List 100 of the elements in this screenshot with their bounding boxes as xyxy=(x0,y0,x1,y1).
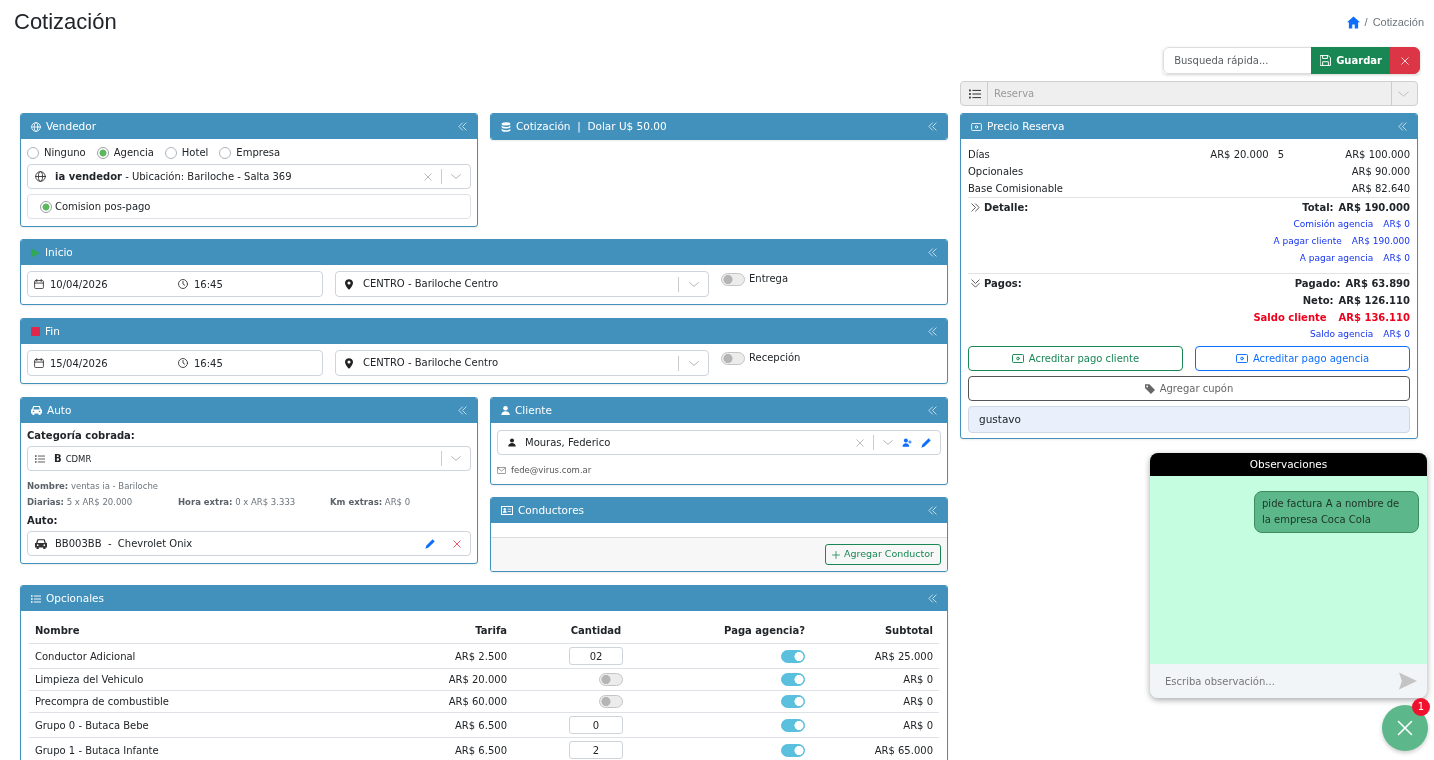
line-label: Base Comisionable xyxy=(968,182,1064,196)
chevrons-right-icon[interactable] xyxy=(971,203,980,212)
radio-button[interactable] xyxy=(219,147,232,159)
chevrons-left-icon[interactable] xyxy=(928,594,937,603)
radio-label: Hotel xyxy=(181,146,209,160)
summary-label: Pagado: xyxy=(1294,277,1341,291)
summary-label: Total: xyxy=(1302,201,1334,215)
message-bubble: pide factura A a nombre de la empresa Coca Cola xyxy=(1254,491,1419,533)
cash-icon xyxy=(1011,354,1024,363)
summary-label: A pagar cliente xyxy=(1273,235,1342,248)
time-field[interactable]: 16:45 xyxy=(194,353,316,373)
cross-icon[interactable] xyxy=(424,172,432,181)
add-person-icon[interactable] xyxy=(902,438,912,447)
radio-button[interactable] xyxy=(96,147,109,159)
column-header: Cantidad xyxy=(513,619,679,644)
cross-icon[interactable] xyxy=(453,539,461,548)
toggle-switch[interactable] xyxy=(781,649,805,663)
location-select[interactable]: CENTRO - Bariloche Centro xyxy=(335,271,709,297)
toggle-switch[interactable] xyxy=(721,272,745,286)
panel-title: Cliente xyxy=(515,403,552,418)
chevron-down-icon[interactable] xyxy=(689,360,699,366)
summary-value: AR$ 63.890 xyxy=(1345,277,1410,291)
chevrons-left-icon[interactable] xyxy=(928,406,937,415)
chevrons-left-icon[interactable] xyxy=(928,122,937,131)
radio-label: Ninguno xyxy=(44,146,86,160)
toggle-switch[interactable] xyxy=(781,673,805,686)
line-label: Opcionales xyxy=(968,165,1025,179)
section-label: Detalle: xyxy=(984,201,1029,215)
toggle-switch[interactable] xyxy=(721,351,745,365)
chevron-down-icon[interactable] xyxy=(883,440,893,445)
message-input[interactable]: Escriba observación... xyxy=(1165,671,1392,691)
rate-value: AR$ 20.000 xyxy=(1210,148,1269,162)
table-cell: Grupo 0 - Butaca Bebe xyxy=(29,712,349,738)
toggle-switch[interactable] xyxy=(781,718,805,732)
chevrons-down-icon[interactable] xyxy=(971,279,980,288)
toggle-switch[interactable] xyxy=(599,695,623,708)
client-select[interactable]: Mouras, Federico xyxy=(497,430,941,455)
time-field[interactable]: 16:45 xyxy=(194,274,316,294)
message-composer[interactable]: Escriba observación... xyxy=(1150,664,1427,698)
save-button[interactable]: Guardar xyxy=(1311,47,1391,74)
home-icon[interactable] xyxy=(1346,16,1360,30)
payment-button[interactable]: Acreditar pago cliente xyxy=(968,346,1183,371)
chevrons-left-icon[interactable] xyxy=(928,327,937,336)
table-cell: AR$ 0 xyxy=(811,668,939,691)
chevrons-left-icon[interactable] xyxy=(928,248,937,257)
map-pin-icon xyxy=(345,357,353,369)
summary-label: A pagar agencia xyxy=(1299,252,1374,265)
list-icon xyxy=(31,594,41,603)
search-field[interactable]: Busqueda rápida... xyxy=(1163,47,1313,74)
section-label: Pagos: xyxy=(984,277,1022,291)
pencil-icon[interactable] xyxy=(425,538,435,549)
quantity-input[interactable]: 02 xyxy=(569,647,623,665)
table-cell: Precompra de combustible xyxy=(29,690,349,713)
person-icon xyxy=(508,438,516,447)
play-icon xyxy=(31,247,40,258)
radio-button[interactable] xyxy=(164,147,177,159)
panel-title: Inicio xyxy=(45,245,73,260)
seller-select[interactable]: ia vendedor - Ubicación: Bariloche - Salta 369 xyxy=(27,164,471,189)
chevrons-left-icon[interactable] xyxy=(1398,122,1407,131)
date-field[interactable]: 10/04/2026 xyxy=(50,274,172,294)
chevron-down-icon[interactable] xyxy=(451,456,461,461)
chevrons-left-icon[interactable] xyxy=(928,506,937,515)
add-driver-button[interactable]: Agregar Conductor xyxy=(824,544,941,565)
send-icon[interactable] xyxy=(1398,672,1418,690)
pencil-icon[interactable] xyxy=(921,437,931,448)
category-select[interactable]: B CDMR xyxy=(27,446,471,471)
floppy-disk-icon xyxy=(1320,55,1332,66)
amount-value: AR$ 82.640 xyxy=(1350,182,1410,196)
field-label: Auto: xyxy=(27,514,59,528)
close-button[interactable] xyxy=(1390,47,1420,74)
payment-button[interactable]: Acreditar pago agencia xyxy=(1195,346,1410,371)
table-cell: AR$ 6.500 xyxy=(349,712,513,738)
coupon-button[interactable]: Agregar cupón xyxy=(968,376,1410,401)
commission-option[interactable]: Comision pos-pago xyxy=(27,194,471,219)
radio-button[interactable] xyxy=(40,200,52,213)
close-icon xyxy=(1401,56,1409,65)
notification-badge: 1 xyxy=(1412,698,1430,716)
globe-icon xyxy=(35,171,46,182)
quantity-input[interactable]: 0 xyxy=(569,716,623,734)
chevrons-left-icon[interactable] xyxy=(458,406,467,415)
cross-icon[interactable] xyxy=(856,438,864,447)
chevron-down-icon[interactable] xyxy=(451,174,461,179)
table-cell: Limpieza del Vehiculo xyxy=(29,668,349,691)
date-time-field[interactable]: 10/04/2026 16:45 xyxy=(27,271,323,297)
quantity-input[interactable]: 2 xyxy=(569,741,623,759)
globe-icon xyxy=(31,121,41,132)
location-select[interactable]: CENTRO - Bariloche Centro xyxy=(335,350,709,376)
table-cell: AR$ 20.000 xyxy=(349,668,513,691)
toggle-switch[interactable] xyxy=(599,673,623,686)
toggle-switch[interactable] xyxy=(781,743,805,757)
panel-title: Vendedor xyxy=(46,119,96,134)
date-field[interactable]: 15/04/2026 xyxy=(50,353,172,373)
plus-icon xyxy=(831,550,840,559)
chevron-down-icon[interactable] xyxy=(689,281,699,287)
toggle-switch[interactable] xyxy=(781,695,805,708)
radio-button[interactable] xyxy=(27,147,39,159)
chevrons-left-icon[interactable] xyxy=(458,122,467,131)
date-time-field[interactable]: 15/04/2026 16:45 xyxy=(27,350,323,376)
car-field[interactable]: BB003BB - Chevrolet Onix xyxy=(27,531,471,556)
car-icon xyxy=(35,538,47,549)
